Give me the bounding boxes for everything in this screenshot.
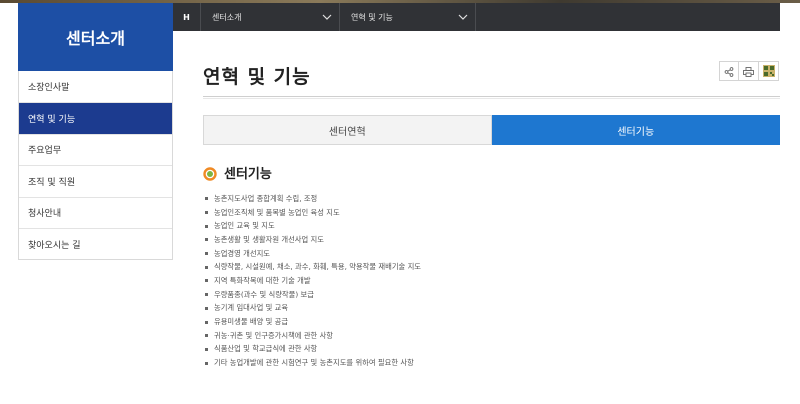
tab-bar: 센터연혁 센터기능 — [203, 115, 780, 145]
list-item: 지역 특화작목에 대한 기술 개발 — [205, 274, 421, 288]
title-divider — [203, 96, 780, 99]
bullet-icon — [205, 320, 208, 324]
print-button[interactable] — [739, 61, 759, 81]
list-item: 기타 농업개발에 관한 시험연구 및 농촌지도를 위하여 필요한 사항 — [205, 356, 421, 370]
sidebar-title: 센터소개 — [18, 3, 173, 71]
bullet-icon — [205, 347, 208, 351]
sidebar-item-directions[interactable]: 찾아오시는 길 — [19, 227, 172, 260]
breadcrumb-level1-dropdown[interactable]: 센터소개 — [201, 3, 340, 31]
bullet-icon — [205, 238, 208, 242]
list-item: 식품산업 및 학교급식에 관한 사항 — [205, 343, 421, 357]
list-item: 식량작물, 시설원예, 채소, 과수, 화훼, 특용, 약용작물 재배기술 지도 — [205, 260, 421, 274]
list-item: 유용미생물 배양 및 공급 — [205, 315, 421, 329]
list-item: 농촌지도사업 종합계획 수립, 조정 — [205, 192, 421, 206]
page-tools — [719, 61, 779, 81]
list-item: 농촌생활 및 생활자원 개선사업 지도 — [205, 233, 421, 247]
function-list: 농촌지도사업 종합계획 수립, 조정 농업인조직체 및 품목별 농업인 육성 지… — [205, 192, 421, 370]
bullet-icon — [205, 306, 208, 310]
breadcrumb-level2-label: 연혁 및 기능 — [351, 12, 393, 22]
tab-history[interactable]: 센터연혁 — [203, 115, 492, 145]
share-icon — [724, 62, 734, 81]
list-item: 우량품종(과수 및 식량작물) 보급 — [205, 288, 421, 302]
list-item: 농업인조직체 및 품목별 농업인 육성 지도 — [205, 206, 421, 220]
breadcrumb: H 센터소개 연혁 및 기능 — [173, 3, 780, 31]
chevron-down-icon — [315, 14, 339, 20]
list-item: 귀농·귀촌 및 인구증가시책에 관한 사항 — [205, 329, 421, 343]
bullet-icon — [205, 252, 208, 256]
tab-functions[interactable]: 센터기능 — [491, 115, 780, 145]
sidebar-item-history[interactable]: 연혁 및 기능 — [19, 102, 172, 134]
print-icon — [743, 62, 754, 81]
bullet-icon — [205, 279, 208, 283]
bullet-icon — [205, 293, 208, 297]
bullet-icon — [205, 224, 208, 228]
bullet-icon — [205, 265, 208, 269]
list-item: 농기계 임대사업 및 교육 — [205, 302, 421, 316]
list-item: 농업경영 개선지도 — [205, 247, 421, 261]
bullet-icon — [205, 211, 208, 215]
share-button[interactable] — [719, 61, 739, 81]
chevron-down-icon — [451, 14, 475, 20]
section-heading: 센터기능 — [203, 163, 272, 182]
sidebar-item-greeting[interactable]: 소장인사말 — [19, 71, 172, 103]
bullet-icon — [205, 334, 208, 338]
sidebar-item-building-guide[interactable]: 청사안내 — [19, 196, 172, 228]
sidebar-item-organization[interactable]: 조직 및 직원 — [19, 165, 172, 197]
home-button[interactable]: H — [173, 3, 201, 31]
breadcrumb-level1-label: 센터소개 — [212, 12, 242, 22]
list-item: 농업인 교육 및 지도 — [205, 219, 421, 233]
breadcrumb-level2-dropdown[interactable]: 연혁 및 기능 — [340, 3, 476, 31]
bullet-icon — [205, 197, 208, 201]
page-title: 연혁 및 기능 — [203, 66, 311, 88]
qr-icon — [762, 62, 775, 81]
sidebar-item-main-duties[interactable]: 주요업무 — [19, 133, 172, 166]
sidebar-menu: 소장인사말 연혁 및 기능 주요업무 조직 및 직원 청사안내 찾아오시는 길 — [18, 71, 173, 261]
bullet-icon — [205, 361, 208, 365]
circle-bullet-icon — [203, 166, 217, 181]
section-title: 센터기능 — [224, 167, 272, 182]
qr-button[interactable] — [759, 61, 779, 81]
